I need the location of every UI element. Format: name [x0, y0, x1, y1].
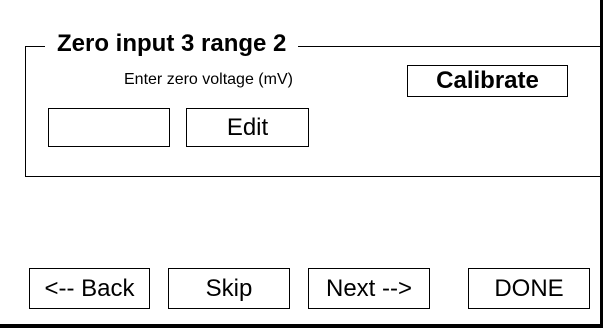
- zero-voltage-field[interactable]: [48, 108, 170, 147]
- zero-voltage-label: Enter zero voltage (mV): [124, 71, 293, 88]
- calibrate-button[interactable]: Calibrate: [407, 65, 568, 97]
- back-button[interactable]: <-- Back: [29, 268, 150, 309]
- next-button[interactable]: Next -->: [308, 268, 430, 309]
- skip-button[interactable]: Skip: [168, 268, 290, 309]
- done-button[interactable]: DONE: [468, 268, 590, 309]
- group-title: Zero input 3 range 2: [45, 29, 299, 59]
- edit-button[interactable]: Edit: [186, 108, 309, 147]
